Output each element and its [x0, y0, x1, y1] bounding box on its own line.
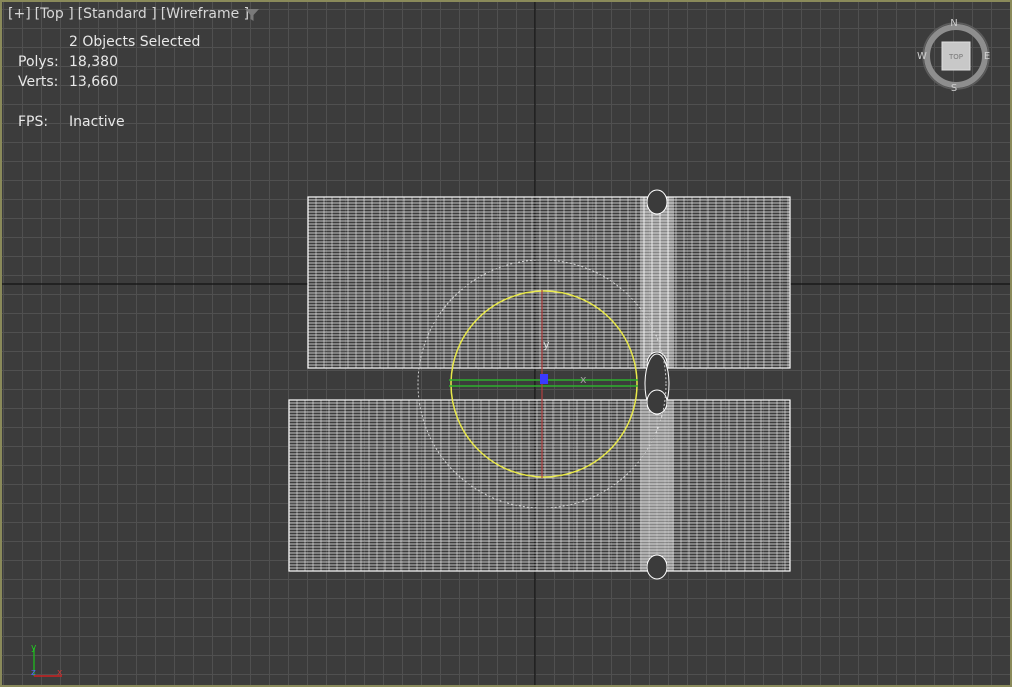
verts-value: 13,660 — [69, 74, 118, 90]
tripod-x-label: x — [57, 668, 63, 678]
viewport-menu-plus[interactable]: [+] — [8, 6, 31, 22]
viewcube[interactable]: TOP N S E W — [916, 16, 996, 96]
viewport-menu: [+] [Top ] [Standard ] [Wireframe ] — [8, 6, 249, 22]
viewcube-face-label: TOP — [948, 53, 963, 61]
compass-south: S — [951, 83, 957, 94]
funnel-icon[interactable] — [244, 8, 260, 22]
scene-canvas[interactable]: y x — [2, 2, 1012, 687]
viewport-menu-display-mode[interactable]: [Wireframe ] — [161, 6, 249, 22]
compass-north: N — [950, 18, 957, 29]
fps-value: Inactive — [69, 114, 125, 130]
top-viewport[interactable]: y x [+] [Top ] [Standard ] [Wireframe ] … — [0, 0, 1012, 687]
fps-label: FPS: — [18, 114, 49, 130]
viewport-menu-point-of-view[interactable]: [Top ] — [35, 6, 74, 22]
verts-label: Verts: — [18, 74, 59, 90]
polys-value: 18,380 — [69, 54, 118, 70]
compass-west: W — [917, 51, 927, 62]
gizmo-y-label: y — [543, 338, 550, 351]
viewport-menu-shading[interactable]: [Standard ] — [78, 6, 157, 22]
wireframe-object-bottom[interactable] — [288, 389, 791, 580]
gizmo-z-handle — [540, 374, 548, 384]
tripod-z-label: z — [31, 668, 36, 678]
axis-tripod: y x z — [31, 643, 63, 678]
tripod-y-label: y — [31, 643, 37, 653]
selection-count: 2 Objects Selected — [69, 34, 201, 50]
gizmo-x-label: x — [580, 373, 587, 386]
polys-label: Polys: — [18, 54, 59, 70]
compass-east: E — [984, 51, 990, 62]
transform-gizmo[interactable]: y x — [449, 290, 638, 478]
